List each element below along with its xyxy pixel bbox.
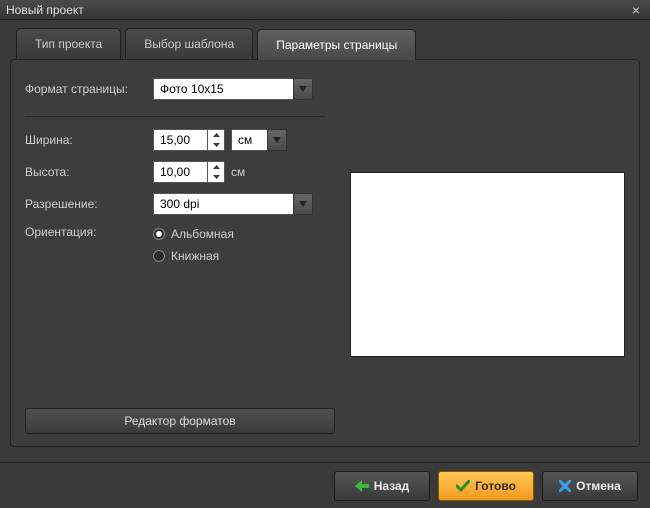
back-button[interactable]: Назад: [334, 471, 430, 501]
new-project-dialog: Новый проект × Тип проекта Выбор шаблона…: [0, 0, 650, 508]
format-editor-button[interactable]: Редактор форматов: [25, 408, 335, 434]
format-combo[interactable]: Фото 10х15: [153, 78, 313, 100]
footer: Назад Готово Отмена: [0, 462, 650, 508]
resolution-label: Разрешение:: [25, 197, 153, 211]
radio-icon: [153, 250, 165, 262]
titlebar: Новый проект ×: [0, 0, 650, 20]
height-unit: см: [231, 165, 245, 179]
finish-label: Готово: [475, 479, 516, 493]
width-unit-combo[interactable]: см: [231, 129, 287, 151]
height-spinner[interactable]: [153, 161, 225, 183]
radio-icon: [153, 228, 165, 240]
tab-project-type[interactable]: Тип проекта: [16, 28, 121, 59]
row-resolution: Разрешение: 300 dpi: [25, 193, 332, 215]
window-title: Новый проект: [6, 3, 84, 17]
height-step-up-icon[interactable]: [208, 162, 224, 172]
row-width: Ширина: см: [25, 129, 332, 151]
back-label: Назад: [374, 479, 410, 493]
tab-page-params[interactable]: Параметры страницы: [257, 29, 416, 60]
orientation-radio-group: Альбомная Книжная: [153, 225, 234, 263]
tab-strip: Тип проекта Выбор шаблона Параметры стра…: [16, 28, 640, 59]
chevron-down-icon[interactable]: [267, 129, 287, 151]
orientation-label: Ориентация:: [25, 225, 153, 239]
width-step-up-icon[interactable]: [208, 130, 224, 140]
resolution-value[interactable]: 300 dpi: [153, 193, 293, 215]
width-label: Ширина:: [25, 133, 153, 147]
format-value[interactable]: Фото 10х15: [153, 78, 293, 100]
cancel-label: Отмена: [576, 479, 621, 493]
arrow-left-icon: [355, 480, 369, 492]
row-orientation: Ориентация: Альбомная Книжная: [25, 225, 332, 263]
cancel-button[interactable]: Отмена: [542, 471, 638, 501]
row-format: Формат страницы: Фото 10х15: [25, 78, 332, 100]
chevron-down-icon[interactable]: [293, 78, 313, 100]
row-height: Высота: см: [25, 161, 332, 183]
height-step-down-icon[interactable]: [208, 172, 224, 182]
close-icon[interactable]: ×: [628, 2, 644, 18]
orientation-portrait-label: Книжная: [171, 249, 219, 263]
x-icon: [559, 480, 571, 492]
height-label: Высота:: [25, 165, 153, 179]
orientation-portrait-radio[interactable]: Книжная: [153, 249, 234, 263]
orientation-landscape-label: Альбомная: [171, 227, 234, 241]
height-input[interactable]: [153, 161, 207, 183]
chevron-down-icon[interactable]: [293, 193, 313, 215]
page-preview: [350, 172, 625, 357]
resolution-combo[interactable]: 300 dpi: [153, 193, 313, 215]
width-unit-value[interactable]: см: [231, 129, 267, 151]
width-input[interactable]: [153, 129, 207, 151]
finish-button[interactable]: Готово: [438, 471, 534, 501]
page-params-panel: Формат страницы: Фото 10х15 Ширина:: [10, 59, 640, 447]
width-spinner[interactable]: [153, 129, 225, 151]
format-label: Формат страницы:: [25, 82, 153, 96]
orientation-landscape-radio[interactable]: Альбомная: [153, 227, 234, 241]
check-icon: [456, 480, 470, 492]
format-editor-label: Редактор форматов: [124, 414, 235, 428]
separator: [25, 116, 325, 117]
width-step-down-icon[interactable]: [208, 140, 224, 150]
content-area: Тип проекта Выбор шаблона Параметры стра…: [0, 20, 650, 456]
tab-template[interactable]: Выбор шаблона: [125, 28, 253, 59]
